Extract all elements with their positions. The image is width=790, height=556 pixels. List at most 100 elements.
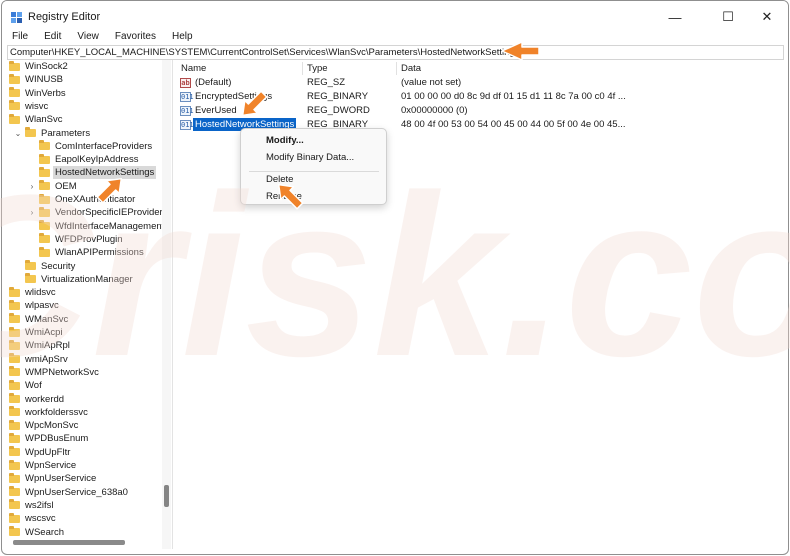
tree-item-label: WpnService: [25, 460, 77, 471]
folder-icon: [9, 512, 20, 523]
column-divider[interactable]: [302, 62, 303, 75]
tree-scroll-thumb[interactable]: [164, 485, 169, 507]
tree-item[interactable]: WlanSvc: [9, 113, 64, 126]
context-rename[interactable]: Rename: [266, 190, 302, 203]
tree-item-label: workfolderssvc: [25, 406, 88, 418]
menu-favorites[interactable]: Favorites: [105, 30, 162, 44]
menu-file[interactable]: File: [2, 30, 34, 44]
tree-item-label: WlanAPIPermissions: [55, 247, 144, 259]
folder-icon: [39, 140, 50, 151]
tree-item-label: wmiApSrv: [25, 353, 68, 365]
tree-vertical-scrollbar[interactable]: [162, 60, 171, 549]
tree-item[interactable]: WmiAcpi: [9, 326, 64, 339]
tree-item-label: wlidsvc: [25, 287, 56, 299]
menu-help[interactable]: Help: [162, 30, 199, 44]
tree-item[interactable]: ⌄ Parameters: [14, 127, 92, 140]
expand-chevron-icon[interactable]: ›: [28, 182, 36, 191]
folder-icon: [9, 326, 20, 337]
menu-edit[interactable]: Edit: [34, 30, 67, 44]
tree-item[interactable]: WpcMonSvc: [9, 419, 80, 432]
value-row[interactable]: ab (Default) REG_SZ (value not set): [176, 76, 776, 89]
value-type: REG_SZ: [307, 77, 346, 88]
folder-icon: [9, 366, 20, 377]
value-type: REG_DWORD: [307, 105, 370, 116]
string-value-icon: ab: [180, 77, 191, 88]
tree-item[interactable]: wisvc: [9, 100, 50, 113]
expand-chevron-icon[interactable]: ›: [28, 208, 36, 217]
tree-item-label: workerdd: [25, 393, 65, 405]
key-tree[interactable]: WinSock2 WINUSB WinVerbs wisvc WlanSvc ⌄ Param…: [3, 60, 173, 549]
tree-item[interactable]: Wof: [9, 379, 44, 392]
tree-item[interactable]: workfolderssvc: [9, 406, 90, 419]
context-delete[interactable]: Delete: [266, 173, 293, 186]
tree-item-label: WpnUserService: [25, 473, 97, 485]
address-bar[interactable]: Computer\HKEY_LOCAL_MACHINE\SYSTEM\Curre…: [7, 45, 784, 60]
tree-item-label: wscsvc: [25, 513, 56, 525]
tree-item[interactable]: VirtualizationManager: [14, 273, 135, 286]
tree-horizontal-scroll-thumb[interactable]: [13, 540, 125, 545]
tree-item[interactable]: wscsvc: [9, 512, 58, 525]
tree-item-selected[interactable]: HostedNetworkSettings: [28, 166, 157, 180]
menu-view[interactable]: View: [67, 30, 105, 44]
tree-item[interactable]: WpnService: [9, 459, 78, 472]
tree-item-label: WMPNetworkSvc: [25, 366, 99, 378]
tree-item-label: WmiApRpl: [25, 340, 70, 352]
tree-item[interactable]: WMPNetworkSvc: [9, 366, 101, 379]
column-header-type[interactable]: Type: [307, 62, 328, 76]
tree-item[interactable]: WinVerbs: [9, 87, 68, 100]
tree-item-label: ws2ifsl: [25, 499, 54, 511]
tree-item[interactable]: WSearch: [9, 526, 66, 539]
tree-item[interactable]: WpnUserService_638a0: [9, 486, 130, 499]
title-bar[interactable]: Registry Editor — ☐ ✕: [2, 1, 788, 33]
value-row[interactable]: 011 EncryptedSettings REG_BINARY 01 00 00…: [176, 90, 776, 103]
tree-item[interactable]: WpdUpFltr: [9, 446, 72, 459]
tree-item-label: WPDBusEnum: [25, 433, 89, 445]
folder-icon: [9, 379, 20, 390]
tree-item[interactable]: WPDBusEnum: [9, 432, 90, 445]
value-name: (Default): [195, 77, 232, 88]
tree-item[interactable]: wlpasvc: [9, 299, 61, 312]
tree-item[interactable]: wmiApSrv: [9, 353, 70, 366]
tree-item[interactable]: ComInterfaceProviders: [28, 140, 154, 153]
expand-chevron-icon[interactable]: ⌄: [14, 129, 22, 138]
value-data: 0x00000000 (0): [401, 105, 468, 116]
tree-item[interactable]: › VendorSpecificIEProviders: [28, 206, 169, 219]
tree-item[interactable]: WINUSB: [9, 73, 65, 86]
tree-item[interactable]: WlanAPIPermissions: [28, 246, 146, 259]
tree-item[interactable]: ws2ifsl: [9, 499, 56, 512]
tree-item[interactable]: WManSvc: [9, 313, 70, 326]
folder-icon: [9, 499, 20, 510]
close-button[interactable]: ✕: [744, 1, 788, 33]
folder-icon: [9, 339, 20, 350]
tree-item[interactable]: workerdd: [9, 393, 66, 406]
tree-item[interactable]: WmiApRpl: [9, 339, 72, 352]
tree-item[interactable]: WpnUserService: [9, 472, 98, 485]
folder-icon: [39, 166, 50, 177]
tree-item-label: Wof: [25, 380, 42, 392]
folder-icon: [9, 419, 20, 430]
tree-item[interactable]: Security: [14, 260, 77, 273]
minimize-button[interactable]: —: [652, 1, 698, 33]
folder-icon: [25, 260, 36, 270]
context-modify[interactable]: Modify...: [266, 134, 304, 147]
column-header-name[interactable]: Name: [181, 62, 206, 76]
column-divider[interactable]: [396, 62, 397, 75]
folder-icon: [9, 113, 20, 124]
folder-icon: [9, 406, 20, 417]
tree-item[interactable]: WFDProvPlugin: [28, 233, 125, 246]
tree-item-label: WpcMonSvc: [25, 420, 79, 432]
tree-item[interactable]: WinSock2: [9, 60, 70, 73]
tree-item-label: ComInterfaceProviders: [55, 140, 153, 152]
tree-item[interactable]: EapolKeyIpAddress: [28, 153, 140, 166]
tree-item-label: WinSock2: [25, 61, 68, 72]
context-modify-binary-data[interactable]: Modify Binary Data...: [266, 151, 354, 164]
tree-item[interactable]: WfdInterfaceManagement: [28, 220, 166, 233]
tree-item[interactable]: wlidsvc: [9, 286, 58, 299]
tree-item[interactable]: › OEM: [28, 180, 79, 193]
tree-item-label: Parameters: [41, 127, 91, 139]
tree-item-label: wisvc: [25, 100, 49, 112]
column-header-data[interactable]: Data: [401, 62, 421, 76]
tree-item[interactable]: OneXAuthenticator: [28, 193, 137, 206]
value-row[interactable]: 011 EverUsed REG_DWORD 0x00000000 (0): [176, 104, 776, 117]
tree-item-label: wlpasvc: [25, 300, 59, 312]
